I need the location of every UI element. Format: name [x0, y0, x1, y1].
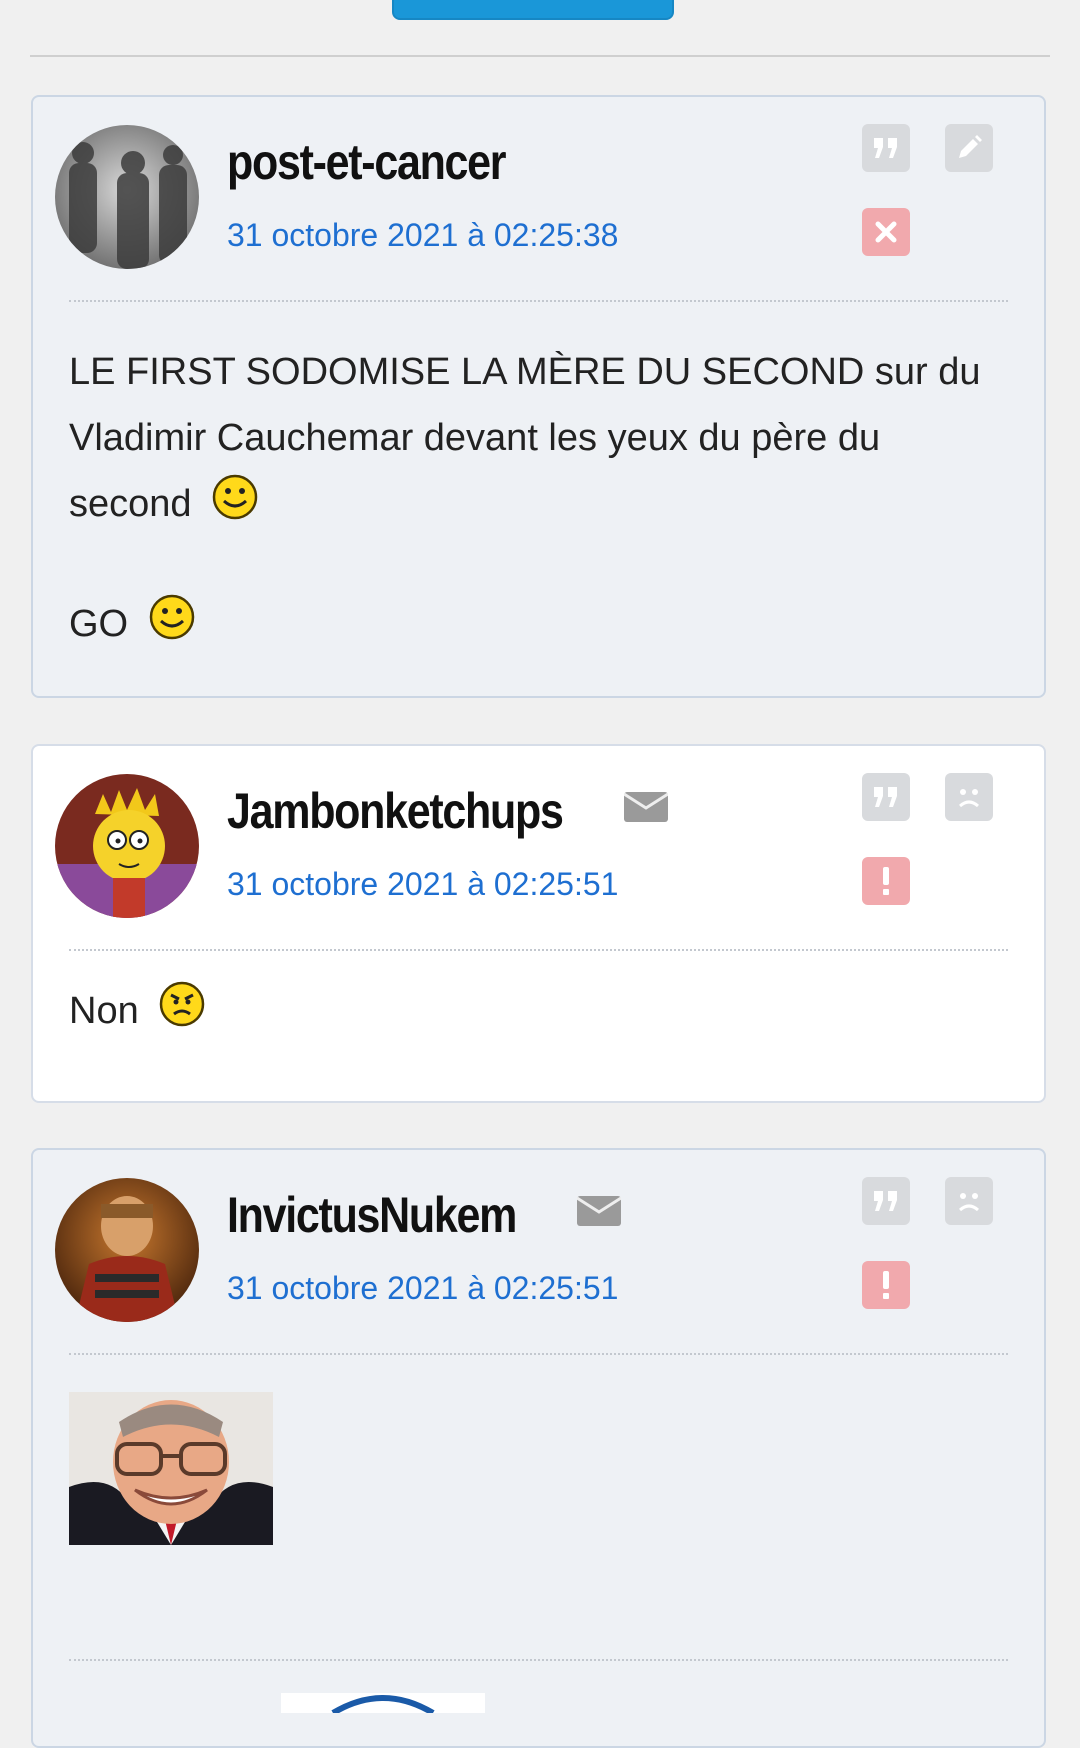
- post-date[interactable]: 31 octobre 2021 à 02:25:51: [227, 866, 618, 903]
- message-text: GO: [69, 603, 129, 645]
- message-line: second: [69, 483, 192, 525]
- smiley-icon: [149, 594, 195, 661]
- mail-icon[interactable]: [623, 790, 669, 822]
- report-icon[interactable]: [862, 857, 910, 905]
- message-line: Vladimir Cauchemar devant les yeux du pè…: [69, 417, 881, 459]
- avatar[interactable]: [55, 1178, 199, 1322]
- message-text: Non: [69, 990, 139, 1032]
- post-message: LE FIRST SODOMISE LA MÈRE DU SECOND sur …: [69, 339, 1008, 661]
- post-divider: [69, 1659, 1008, 1661]
- angry-smiley-icon: [159, 981, 205, 1048]
- edit-icon[interactable]: [945, 124, 993, 172]
- message-line: LE FIRST SODOMISE LA MÈRE DU SECOND sur …: [69, 351, 981, 393]
- blacklist-icon[interactable]: [945, 1177, 993, 1225]
- post-1: post-et-cancer 31 octobre 2021 à 02:25:3…: [31, 95, 1046, 698]
- quote-icon[interactable]: [862, 124, 910, 172]
- post-message: Non: [69, 978, 1008, 1048]
- author-name[interactable]: post-et-cancer: [227, 133, 507, 191]
- mail-icon[interactable]: [576, 1194, 622, 1226]
- avatar[interactable]: [55, 125, 199, 269]
- post-divider: [69, 949, 1008, 951]
- avatar[interactable]: [55, 774, 199, 918]
- embedded-image[interactable]: [281, 1693, 485, 1713]
- post-date[interactable]: 31 octobre 2021 à 02:25:38: [227, 217, 618, 254]
- post-divider: [69, 300, 1008, 302]
- post-divider: [69, 1353, 1008, 1355]
- author-name[interactable]: InvictusNukem: [227, 1186, 517, 1244]
- blacklist-icon[interactable]: [945, 773, 993, 821]
- separator: [30, 55, 1050, 57]
- embedded-image[interactable]: [69, 1392, 273, 1545]
- quote-icon[interactable]: [862, 1177, 910, 1225]
- post-3: InvictusNukem 31 octobre 2021 à 02:25:51: [31, 1148, 1046, 1748]
- top-blue-button[interactable]: [392, 0, 674, 20]
- quote-icon[interactable]: [862, 773, 910, 821]
- delete-icon[interactable]: [862, 208, 910, 256]
- smiley-icon: [212, 474, 258, 541]
- post-date[interactable]: 31 octobre 2021 à 02:25:51: [227, 1270, 618, 1307]
- report-icon[interactable]: [862, 1261, 910, 1309]
- author-name[interactable]: Jambonketchups: [227, 782, 564, 840]
- post-2: Jambonketchups 31 octobre 2021 à 02:25:5…: [31, 744, 1046, 1103]
